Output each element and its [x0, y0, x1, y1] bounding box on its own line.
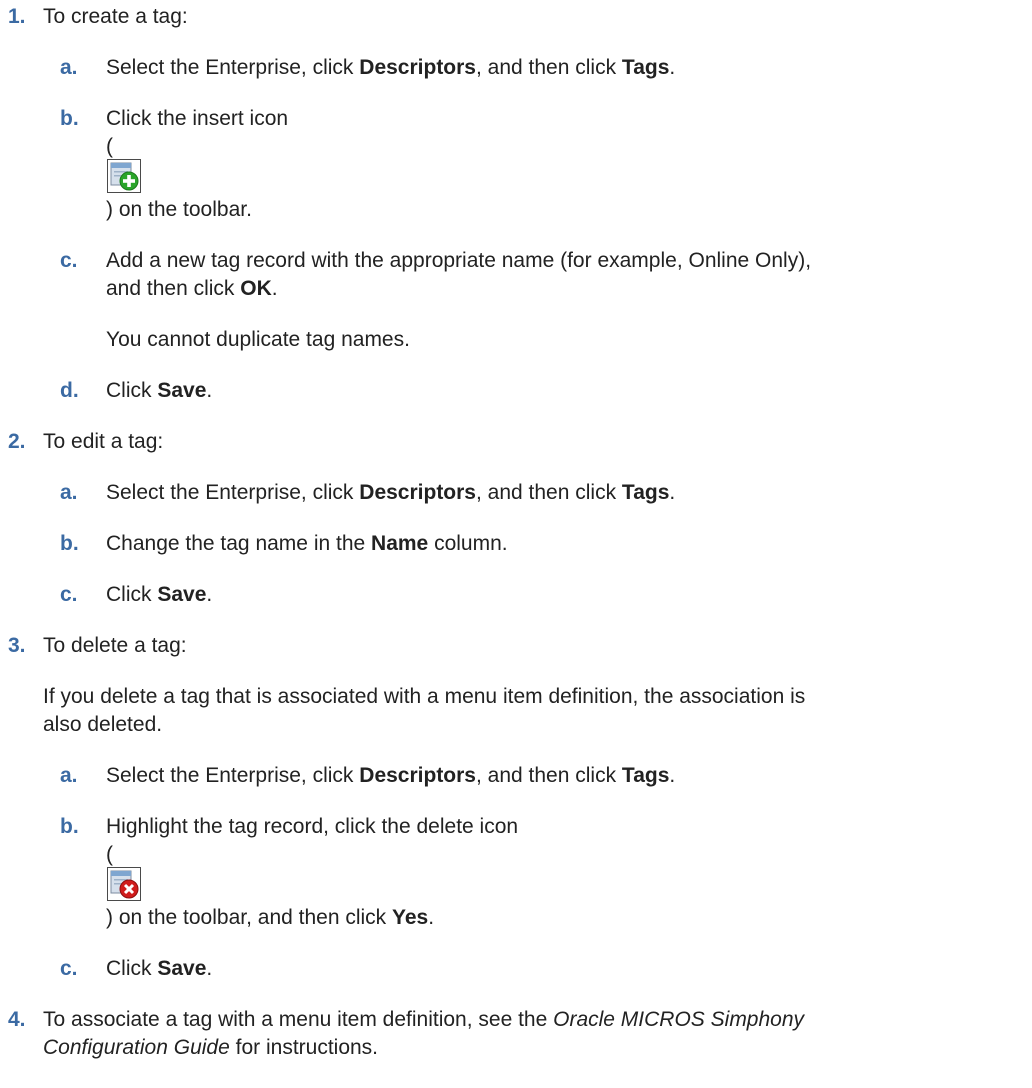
ui-label: Tags [621, 764, 670, 787]
document-page: 1. To create a tag: a. Select the Enterp… [0, 0, 1032, 1088]
ui-label: Save [157, 957, 207, 980]
step-text: To edit a tag: [43, 430, 164, 453]
substep-letter: c. [60, 957, 78, 980]
ui-label: Yes [392, 906, 429, 929]
step-number: 1. [8, 5, 26, 28]
ui-label: Save [157, 379, 207, 402]
step-note: If you delete a tag that is associated w… [43, 685, 806, 708]
delete-icon [107, 867, 141, 901]
open-paren: ( [106, 135, 113, 158]
substep-text: Click Save. [106, 379, 213, 402]
substep-note: You cannot duplicate tag names. [106, 328, 410, 351]
substep-letter: c. [60, 583, 78, 606]
ui-label: Tags [621, 56, 670, 79]
substep-letter: b. [60, 815, 79, 838]
ui-label: Name [371, 532, 429, 555]
ui-label: OK [240, 277, 272, 300]
guide-title: Configuration Guide [43, 1036, 230, 1059]
open-paren: ( [106, 843, 113, 866]
ui-label: Tags [621, 481, 670, 504]
substep-text: Select the Enterprise, click Descriptors… [106, 56, 676, 79]
guide-title: Oracle MICROS Simphony [553, 1008, 805, 1031]
insert-icon [107, 159, 141, 193]
step-number: 3. [8, 634, 26, 657]
substep-letter: d. [60, 379, 79, 402]
substep-text: Click the insert icon [106, 107, 289, 130]
substep-text: Click Save. [106, 583, 213, 606]
step-text: To delete a tag: [43, 634, 187, 657]
step-number: 2. [8, 430, 26, 453]
step-number: 4. [8, 1008, 26, 1031]
substep-text: Select the Enterprise, click Descriptors… [106, 481, 676, 504]
substep-letter: a. [60, 481, 78, 504]
step-text: Configuration Guide for instructions. [43, 1036, 379, 1059]
substep-text: and then click OK. [106, 277, 278, 300]
ui-label: Descriptors [359, 481, 476, 504]
substep-letter: b. [60, 107, 79, 130]
substep-text: Highlight the tag record, click the dele… [106, 815, 519, 838]
substep-text: Click Save. [106, 957, 213, 980]
substep-text: Add a new tag record with the appropriat… [106, 249, 812, 272]
ui-label: Descriptors [359, 764, 476, 787]
substep-text: ) on the toolbar, and then click Yes. [106, 906, 435, 929]
substep-text: Select the Enterprise, click Descriptors… [106, 764, 676, 787]
substep-letter: a. [60, 56, 78, 79]
step-text: To create a tag: [43, 5, 188, 28]
step-note: also deleted. [43, 713, 163, 736]
step-text: To associate a tag with a menu item defi… [43, 1008, 805, 1031]
substep-letter: c. [60, 249, 78, 272]
substep-text: Change the tag name in the Name column. [106, 532, 508, 555]
ui-label: Descriptors [359, 56, 476, 79]
substep-letter: b. [60, 532, 79, 555]
substep-letter: a. [60, 764, 78, 787]
ui-label: Save [157, 583, 207, 606]
substep-text: ) on the toolbar. [106, 198, 252, 221]
